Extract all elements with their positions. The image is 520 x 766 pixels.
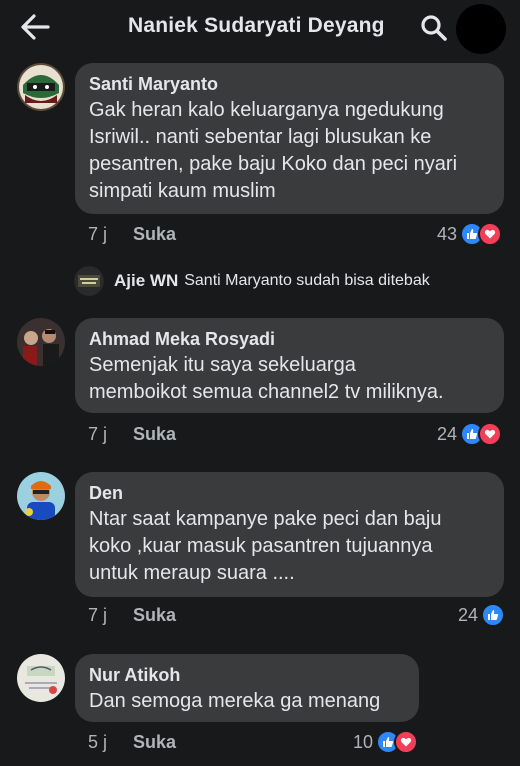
comment-author[interactable]: Santi Maryanto — [89, 73, 490, 95]
reaction-summary[interactable]: 24 — [458, 603, 506, 627]
avatar[interactable] — [17, 472, 65, 520]
avatar[interactable] — [17, 654, 65, 702]
love-reaction-icon — [394, 730, 419, 754]
love-reaction-icon — [478, 422, 503, 446]
reaction-count: 24 — [437, 423, 458, 444]
comment-time: 5 j — [88, 732, 108, 752]
comment-meta: 7 j Suka — [88, 224, 176, 245]
avatar[interactable] — [17, 63, 65, 111]
comment-time: 7 j — [88, 605, 108, 625]
comment-time: 7 j — [88, 424, 108, 444]
reaction-count: 10 — [353, 731, 374, 752]
reaction-summary[interactable]: 24 — [437, 422, 503, 446]
avatar[interactable] — [17, 318, 65, 366]
comment-author[interactable]: Ahmad Meka Rosyadi — [89, 328, 490, 350]
comment-author[interactable]: Den — [89, 482, 490, 504]
reaction-summary[interactable]: 43 — [437, 222, 503, 246]
like-button[interactable]: Suka — [133, 224, 176, 245]
like-button[interactable]: Suka — [133, 732, 176, 753]
comment-bubble: Ahmad Meka Rosyadi Semenjak itu saya sek… — [75, 318, 504, 413]
reaction-count: 24 — [458, 604, 479, 625]
back-arrow-icon[interactable] — [18, 12, 52, 42]
avatar[interactable] — [74, 266, 104, 296]
reply-author[interactable]: Ajie WN — [114, 271, 178, 291]
comment-bubble: Den Ntar saat kampanye pake peci dan baj… — [75, 472, 504, 597]
reply-preview[interactable]: Ajie WN Santi Maryanto sudah bisa diteba… — [74, 266, 430, 296]
comment-author[interactable]: Nur Atikoh — [89, 664, 405, 686]
profile-avatar[interactable] — [456, 4, 506, 54]
reaction-summary[interactable]: 10 — [353, 730, 419, 754]
comment-text: Gak heran kalo keluarganya ngedukung Isr… — [89, 99, 458, 202]
like-reaction-icon — [481, 603, 506, 627]
search-icon[interactable] — [418, 13, 450, 43]
comment-bubble: Nur Atikoh Dan semoga mereka ga menang — [75, 654, 419, 722]
comment-text: Ntar saat kampanye pake peci dan baju ko… — [89, 508, 442, 584]
comment-meta: 5 j Suka — [88, 732, 176, 753]
comment-meta: 7 j Suka — [88, 424, 176, 445]
like-button[interactable]: Suka — [133, 605, 176, 626]
comment-meta: 7 j Suka — [88, 605, 176, 626]
comment-bubble: Santi Maryanto Gak heran kalo keluargany… — [75, 63, 504, 214]
top-bar: Naniek Sudaryati Deyang — [0, 0, 520, 56]
like-button[interactable]: Suka — [133, 424, 176, 445]
comment-time: 7 j — [88, 224, 108, 244]
page-title: Naniek Sudaryati Deyang — [128, 14, 385, 37]
comment-text: Dan semoga mereka ga menang — [89, 690, 381, 712]
reply-text: Santi Maryanto sudah bisa ditebak — [184, 272, 430, 289]
love-reaction-icon — [478, 222, 503, 246]
comment-text: Semenjak itu saya sekeluarga memboikot s… — [89, 354, 444, 403]
reaction-count: 43 — [437, 223, 458, 244]
